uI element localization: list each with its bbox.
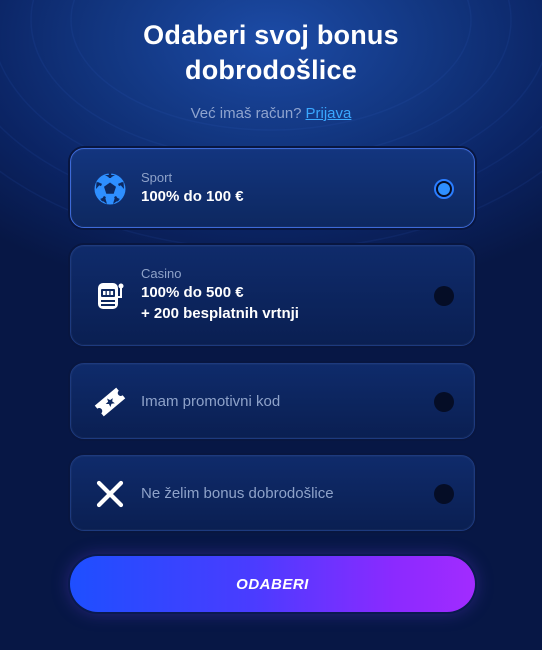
login-link[interactable]: Prijava <box>306 105 352 122</box>
bonus-option-casino[interactable]: Casino 100% do 500 € + 200 besplatnih vr… <box>70 245 475 346</box>
title-line-2: dobrodošlice <box>185 55 357 85</box>
radio-no-bonus[interactable] <box>434 484 454 504</box>
radio-casino[interactable] <box>434 286 454 306</box>
option-value-line-2: + 200 besplatnih vrtnji <box>141 305 299 322</box>
soccer-ball-icon <box>94 173 126 205</box>
radio-promo-code[interactable] <box>434 392 454 412</box>
bonus-option-promo-code[interactable]: Imam promotivni kod <box>70 363 475 439</box>
option-text: Ne želim bonus dobrodošlice <box>141 485 334 502</box>
submit-button[interactable]: ODABERI <box>70 556 475 612</box>
login-prompt-text: Već imaš račun? <box>190 105 302 122</box>
close-icon <box>96 480 124 508</box>
option-text: Casino 100% do 500 € + 200 besplatnih vr… <box>141 266 299 324</box>
title-line-1: Odaberi svoj bonus <box>143 20 399 50</box>
option-text: Imam promotivni kod <box>141 393 280 410</box>
option-label: Imam promotivni kod <box>141 393 281 410</box>
radio-sport[interactable] <box>434 179 454 199</box>
option-text: Sport 100% do 100 € <box>141 170 244 207</box>
option-value: 100% do 100 € <box>141 188 244 205</box>
ticket-icon <box>94 387 126 417</box>
option-label: Sport <box>141 170 173 185</box>
bonus-option-no-bonus[interactable]: Ne želim bonus dobrodošlice <box>70 455 475 531</box>
login-prompt: Već imaš račun? Prijava <box>0 105 542 122</box>
page-title: Odaberi svoj bonus dobrodošlice <box>0 18 542 88</box>
bonus-option-sport[interactable]: Sport 100% do 100 € <box>70 148 475 228</box>
option-label: Ne želim bonus dobrodošlice <box>141 485 334 502</box>
option-label: Casino <box>141 266 182 281</box>
slot-machine-icon <box>98 283 124 309</box>
option-value-line-1: 100% do 500 € <box>141 284 244 301</box>
